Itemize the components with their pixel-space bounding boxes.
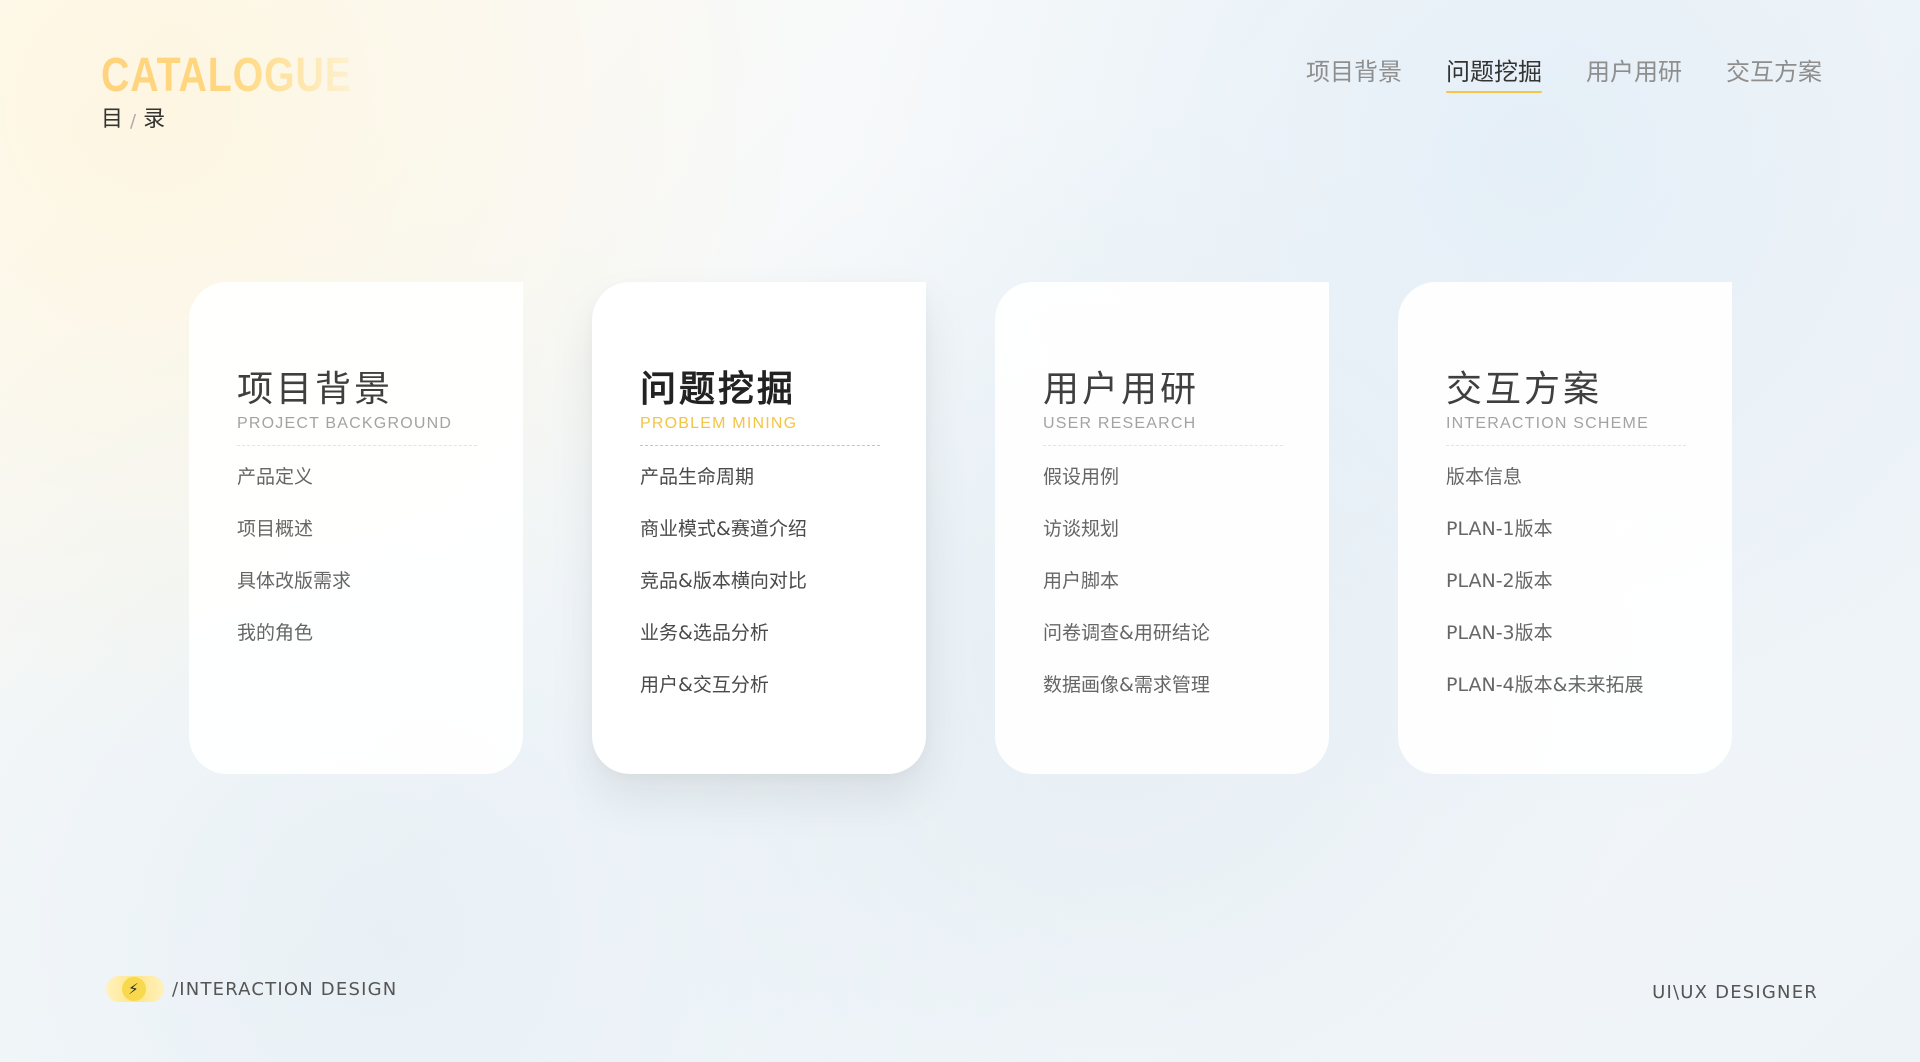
brand-title-cn-separator: /: [130, 111, 137, 132]
lightning-badge: ⚡: [106, 976, 164, 1002]
list-item[interactable]: 版本信息: [1446, 466, 1692, 518]
catalog-card-problem-mining[interactable]: 问题挖掘 PROBLEM MINING 产品生命周期 商业模式&赛道介绍 竞品&…: [592, 282, 926, 774]
list-item[interactable]: 竞品&版本横向对比: [640, 570, 886, 622]
list-item[interactable]: 假设用例: [1043, 466, 1289, 518]
card-subtitle: USER RESEARCH: [1043, 415, 1197, 433]
nav-item-interaction-scheme[interactable]: 交互方案: [1726, 58, 1822, 87]
list-item[interactable]: 访谈规划: [1043, 518, 1289, 570]
card-subtitle: INTERACTION SCHEME: [1446, 415, 1649, 433]
card-title: 用户用研: [1043, 369, 1200, 410]
brand-title-cn-right: 录: [143, 107, 166, 132]
catalog-card-user-research[interactable]: 用户用研 USER RESEARCH 假设用例 访谈规划 用户脚本 问卷调查&用…: [995, 282, 1329, 774]
card-title: 项目背景: [237, 369, 394, 410]
catalog-card-project-background[interactable]: 项目背景 PROJECT BACKGROUND 产品定义 项目概述 具体改版需求…: [189, 282, 523, 774]
card-title: 问题挖掘: [640, 369, 797, 410]
nav-item-problem-mining[interactable]: 问题挖掘: [1446, 58, 1542, 93]
nav-item-label: 用户用研: [1586, 58, 1682, 86]
list-item[interactable]: 问卷调查&用研结论: [1043, 622, 1289, 674]
card-subtitle: PROBLEM MINING: [640, 415, 798, 433]
list-item[interactable]: 产品生命周期: [640, 466, 886, 518]
brand-title-cn-left: 目: [101, 107, 124, 132]
list-item[interactable]: 项目概述: [237, 518, 483, 570]
brand: CATALOGUE 目 / 录: [101, 52, 407, 131]
list-item[interactable]: PLAN-2版本: [1446, 570, 1692, 622]
nav-item-label: 问题挖掘: [1446, 58, 1542, 86]
footer-left: ⚡ /INTERACTION DESIGN: [106, 976, 397, 1002]
card-divider: [237, 445, 477, 447]
card-divider: [640, 445, 880, 447]
list-item[interactable]: 业务&选品分析: [640, 622, 886, 674]
nav-item-label: 项目背景: [1306, 58, 1402, 86]
list-item[interactable]: 商业模式&赛道介绍: [640, 518, 886, 570]
list-item[interactable]: PLAN-4版本&未来拓展: [1446, 674, 1692, 726]
card-list: 假设用例 访谈规划 用户脚本 问卷调查&用研结论 数据画像&需求管理: [1043, 466, 1289, 726]
card-list: 版本信息 PLAN-1版本 PLAN-2版本 PLAN-3版本 PLAN-4版本…: [1446, 466, 1692, 726]
card-divider: [1446, 445, 1686, 447]
list-item[interactable]: PLAN-3版本: [1446, 622, 1692, 674]
card-divider: [1043, 445, 1283, 447]
brand-title-en: CATALOGUE: [101, 49, 352, 102]
card-list: 产品生命周期 商业模式&赛道介绍 竞品&版本横向对比 业务&选品分析 用户&交互…: [640, 466, 886, 726]
list-item[interactable]: 我的角色: [237, 622, 483, 674]
catalog-card-interaction-scheme[interactable]: 交互方案 INTERACTION SCHEME 版本信息 PLAN-1版本 PL…: [1398, 282, 1732, 774]
nav-item-user-research[interactable]: 用户用研: [1586, 58, 1682, 87]
card-title: 交互方案: [1446, 369, 1603, 410]
list-item[interactable]: PLAN-1版本: [1446, 518, 1692, 570]
footer-left-label: /INTERACTION DESIGN: [172, 978, 398, 1000]
list-item[interactable]: 具体改版需求: [237, 570, 483, 622]
lightning-icon: ⚡: [122, 977, 146, 1001]
footer-right-label: UI\UX DESIGNER: [1652, 982, 1818, 1003]
top-navigation: 项目背景 问题挖掘 用户用研 交互方案: [1306, 58, 1822, 93]
list-item[interactable]: 数据画像&需求管理: [1043, 674, 1289, 726]
list-item[interactable]: 用户脚本: [1043, 570, 1289, 622]
nav-item-project-background[interactable]: 项目背景: [1306, 58, 1402, 87]
nav-item-label: 交互方案: [1726, 58, 1822, 86]
brand-title-cn: 目 / 录: [101, 109, 407, 131]
list-item[interactable]: 用户&交互分析: [640, 674, 886, 726]
card-subtitle: PROJECT BACKGROUND: [237, 415, 453, 433]
card-list: 产品定义 项目概述 具体改版需求 我的角色: [237, 466, 483, 674]
list-item[interactable]: 产品定义: [237, 466, 483, 518]
